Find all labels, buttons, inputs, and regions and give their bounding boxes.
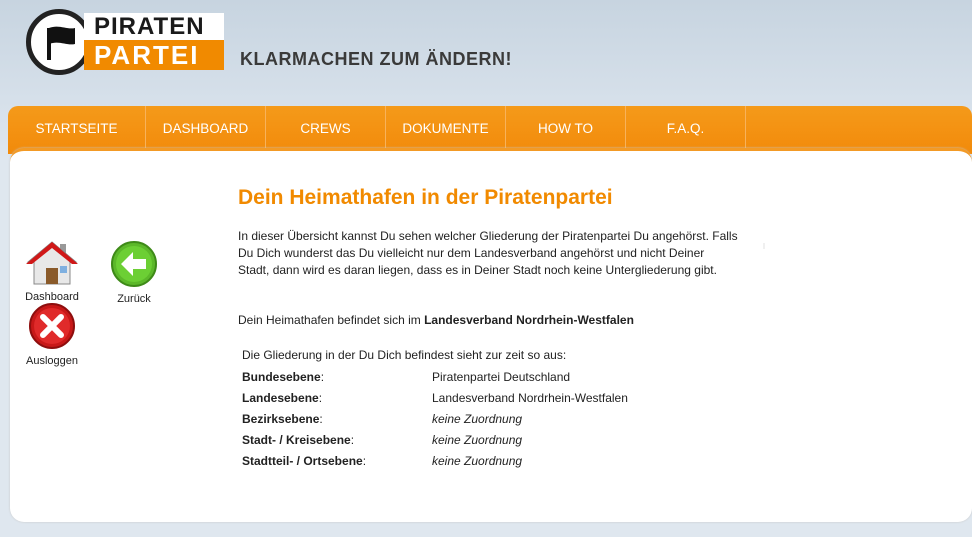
- table-row: Stadtteil- / Ortsebene: keine Zuordnung: [240, 450, 630, 471]
- level-value: keine Zuordnung: [432, 411, 523, 426]
- slogan: KLARMACHEN ZUM ÄNDERN!: [240, 49, 512, 69]
- level-key: Stadt- / Kreisebene: [242, 432, 351, 447]
- nav-startseite[interactable]: STARTSEITE: [8, 106, 146, 154]
- back-label: Zurück: [117, 293, 151, 305]
- logo-text-top: PIRATEN: [84, 13, 224, 40]
- home-port-association: Landesverband Nordrhein-Westfalen: [424, 313, 634, 327]
- level-key: Bezirksebene: [242, 411, 320, 426]
- level-key: Bundesebene: [242, 369, 321, 384]
- nav-how-to[interactable]: HOW TO: [506, 106, 626, 154]
- home-icon: [24, 240, 80, 289]
- level-key: Landesebene: [242, 390, 319, 405]
- table-row: Bundesebene: Piratenpartei Deutschland: [240, 366, 630, 387]
- pirate-flag-icon: [26, 9, 92, 75]
- logout-label: Ausloggen: [26, 355, 78, 367]
- level-value: keine Zuordnung: [432, 453, 523, 468]
- table-row: Landesebene: Landesverband Nordrhein-Wes…: [240, 387, 630, 408]
- page-title: Dein Heimathafen in der Piratenpartei: [238, 186, 613, 209]
- intro-paragraph: In dieser Übersicht kannst Du sehen welc…: [238, 229, 738, 277]
- dashboard-button[interactable]: Dashboard: [24, 240, 80, 303]
- level-value: keine Zuordnung: [432, 432, 523, 447]
- nav-faq[interactable]: F.A.Q.: [626, 106, 746, 154]
- divider: [763, 243, 765, 249]
- close-icon: [28, 302, 76, 353]
- logout-button[interactable]: Ausloggen: [26, 302, 78, 367]
- home-port-paragraph: Dein Heimathafen befindet sich im Landes…: [238, 312, 634, 329]
- home-port-prefix: Dein Heimathafen befindet sich im: [238, 313, 425, 327]
- back-arrow-icon: [110, 240, 158, 291]
- piratenpartei-logo[interactable]: PIRATEN PARTEI: [26, 9, 224, 75]
- main-navigation: STARTSEITE DASHBOARD CREWS DOKUMENTE HOW…: [8, 106, 972, 154]
- structure-intro: Die Gliederung in der Du Dich befindest …: [242, 348, 567, 362]
- table-row: Stadt- / Kreisebene: keine Zuordnung: [240, 429, 630, 450]
- nav-crews[interactable]: CREWS: [266, 106, 386, 154]
- nav-dokumente[interactable]: DOKUMENTE: [386, 106, 506, 154]
- back-button[interactable]: Zurück: [110, 240, 158, 305]
- structure-table: Bundesebene: Piratenpartei Deutschland L…: [240, 366, 630, 471]
- logo-text-bottom: PARTEI: [84, 40, 224, 70]
- nav-dashboard[interactable]: DASHBOARD: [146, 106, 266, 154]
- table-row: Bezirksebene: keine Zuordnung: [240, 408, 630, 429]
- level-value: Piratenpartei Deutschland: [432, 369, 571, 384]
- level-key: Stadtteil- / Ortsebene: [242, 453, 363, 468]
- level-value: Landesverband Nordrhein-Westfalen: [432, 390, 628, 405]
